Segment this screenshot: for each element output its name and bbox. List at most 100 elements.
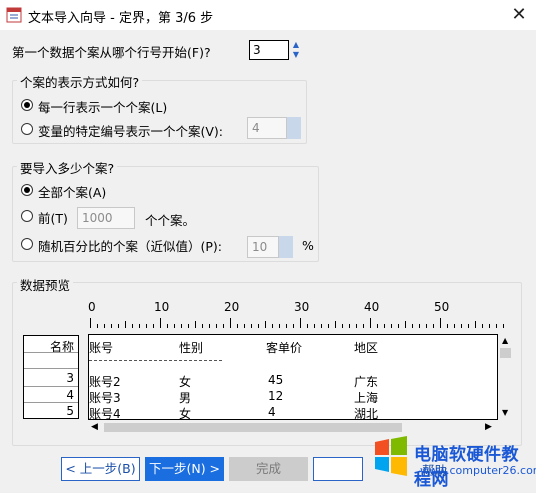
ruler-tick [307, 324, 308, 328]
table-cell: 账号3 [89, 391, 121, 405]
vertical-scrollbar[interactable]: ▲ ▼ [498, 334, 513, 420]
var-count-input[interactable]: 4 [247, 117, 287, 139]
radio-first-n[interactable] [21, 210, 33, 222]
ruler-tick [419, 324, 420, 328]
table-cell: 12 [268, 389, 284, 403]
close-icon[interactable]: ✕ [506, 3, 532, 27]
ruler-label: 50 [434, 300, 450, 314]
row-number: 5 [66, 404, 74, 418]
ruler-label: 0 [88, 300, 96, 314]
ruler-tick [335, 321, 336, 328]
radio-all-cases[interactable] [21, 184, 33, 196]
random-pct-stepper[interactable] [279, 236, 293, 258]
ruler-tick [391, 324, 392, 328]
import-count-title: 要导入多少个案? [17, 158, 118, 177]
start-row-input[interactable]: 3 [249, 40, 289, 60]
var-count-stepper[interactable] [287, 117, 301, 139]
ruler-tick [349, 324, 350, 328]
cancel-button[interactable] [313, 457, 363, 481]
ruler-tick [223, 324, 224, 328]
table-cell: 4 [268, 405, 276, 419]
windows-logo-icon [373, 436, 409, 476]
data-preview-title: 数据预览 [17, 275, 74, 294]
ruler-tick [118, 324, 119, 328]
table-cell: 上海 [354, 391, 379, 405]
prev-button[interactable]: < 上一步(B) [61, 457, 140, 481]
horizontal-scroll-thumb[interactable] [104, 423, 402, 432]
ruler-tick [426, 324, 427, 328]
data-preview-box[interactable]: 账号 性别 客单价 地区 账号2 女 45 广东 账号3 男 12 上海 账号4… [88, 334, 498, 420]
ruler-tick [482, 324, 483, 328]
ruler-tick [342, 324, 343, 328]
case-repr-title: 个案的表示方式如何? [17, 72, 143, 91]
scroll-left-icon[interactable]: ◀ [91, 422, 98, 432]
table-cell: 账号4 [89, 407, 121, 420]
ruler-tick [195, 321, 196, 328]
ruler-tick [398, 324, 399, 328]
chevron-down-icon[interactable]: ▼ [289, 50, 303, 60]
ruler-tick [97, 324, 98, 328]
table-cell: 账号2 [89, 375, 121, 389]
ruler-tick [209, 324, 210, 328]
window-title: 文本导入向导 - 定界，第 3/6 步 [28, 11, 214, 26]
radio-random-pct-label[interactable]: 随机百分比的个案（近似值）(P): [38, 236, 222, 255]
ruler-label: 30 [294, 300, 310, 314]
ruler-tick [216, 324, 217, 328]
ruler-tick [160, 318, 161, 328]
chevron-up-icon[interactable]: ▲ [289, 40, 303, 50]
vertical-scroll-thumb[interactable] [500, 348, 511, 358]
table-cell: 女 [179, 407, 192, 420]
radio-random-pct[interactable] [21, 238, 33, 250]
table-cell: 广东 [354, 375, 379, 389]
column-header: 地区 [354, 341, 379, 355]
ruler-tick [237, 324, 238, 328]
ruler-tick [258, 324, 259, 328]
ruler-tick [300, 318, 301, 328]
scroll-up-icon[interactable]: ▲ [502, 336, 508, 345]
ruler-tick [132, 324, 133, 328]
table-cell: 湖北 [354, 407, 379, 420]
ruler-tick [328, 324, 329, 328]
header-separator [89, 360, 222, 361]
horizontal-scrollbar[interactable]: ◀ ▶ [88, 420, 498, 435]
column-ruler: 0 10 20 30 40 50 [88, 300, 508, 330]
ruler-tick [447, 324, 448, 328]
ruler-tick [433, 324, 434, 328]
start-row-label: 第一个数据个案从哪个行号开始(F)? [12, 45, 211, 60]
ruler-tick [461, 324, 462, 328]
ruler-tick [111, 324, 112, 328]
ruler-tick [181, 324, 182, 328]
table-cell: 男 [179, 391, 192, 405]
ruler-tick [503, 324, 504, 328]
ruler-tick [125, 321, 126, 328]
table-cell: 女 [179, 375, 192, 389]
percent-sign: % [302, 238, 314, 253]
random-pct-input[interactable]: 10 [247, 236, 279, 258]
start-row-stepper[interactable]: ▲ ▼ [289, 40, 303, 60]
ruler-tick [104, 324, 105, 328]
radio-var-count-label[interactable]: 变量的特定编号表示一个个案(V): [38, 121, 223, 140]
ruler-label: 20 [224, 300, 240, 314]
scroll-down-icon[interactable]: ▼ [502, 408, 508, 417]
next-button[interactable]: 下一步(N) > [145, 457, 224, 481]
ruler-tick [272, 324, 273, 328]
row-divider [24, 368, 78, 369]
table-cell: 45 [268, 373, 284, 387]
radio-var-count[interactable] [21, 123, 33, 135]
ruler-tick [370, 318, 371, 328]
ruler-tick [468, 324, 469, 328]
radio-first-n-label[interactable]: 前(T) [38, 208, 68, 227]
radio-all-cases-label[interactable]: 全部个案(A) [38, 182, 106, 201]
ruler-tick [188, 324, 189, 328]
row-divider [24, 352, 78, 353]
finish-button[interactable]: 完成 [229, 457, 308, 481]
first-n-input[interactable]: 1000 [77, 207, 135, 229]
scroll-right-icon[interactable]: ▶ [485, 422, 492, 432]
ruler-tick [244, 324, 245, 328]
radio-each-line-label[interactable]: 每一行表示一个个案(L) [38, 97, 167, 116]
first-n-suffix: 个个案。 [145, 213, 196, 228]
ruler-tick [265, 321, 266, 328]
ruler-tick [167, 324, 168, 328]
radio-each-line[interactable] [21, 99, 33, 111]
ruler-tick [321, 324, 322, 328]
